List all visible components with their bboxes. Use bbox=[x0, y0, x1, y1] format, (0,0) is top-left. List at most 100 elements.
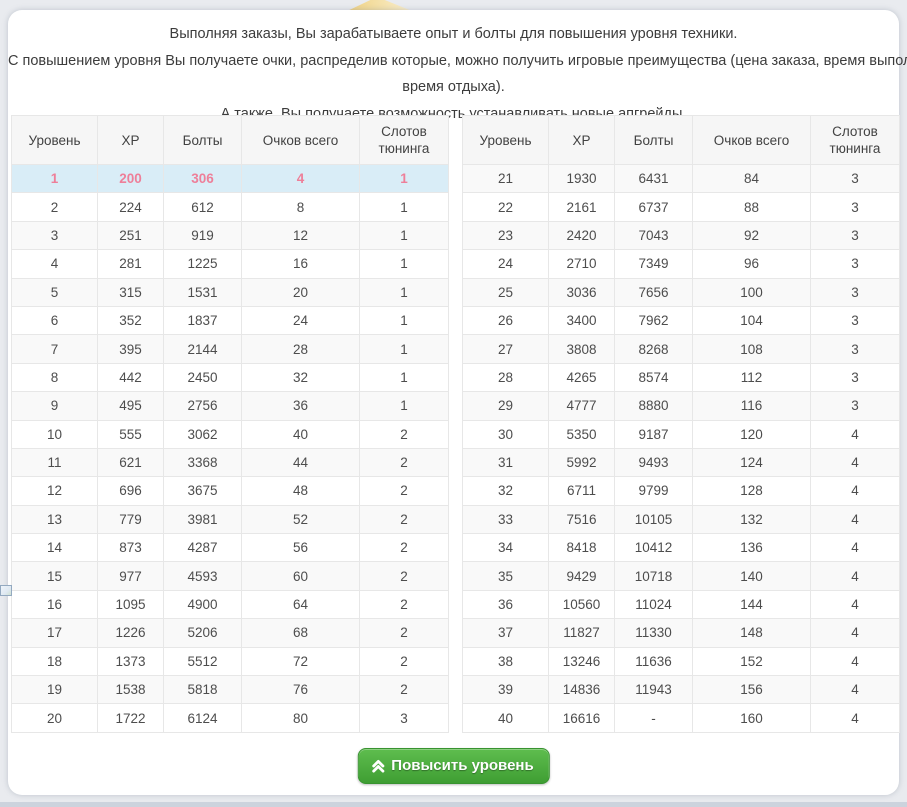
levels-table-21-40: УровеньXPБолтыОчков всегоСлотов тюнинга … bbox=[462, 115, 900, 733]
table-cell: 24 bbox=[463, 250, 549, 278]
intro-text-line-2: С повышением уровня Вы получаете очки, р… bbox=[8, 48, 899, 75]
table-cell: 2144 bbox=[164, 335, 242, 363]
table-cell: 2756 bbox=[164, 392, 242, 420]
table-cell: 2710 bbox=[549, 250, 615, 278]
table-cell: 84 bbox=[693, 165, 811, 193]
table-row: 26340079621043 bbox=[463, 306, 900, 334]
table-row: 30535091871204 bbox=[463, 420, 900, 448]
table-cell: 555 bbox=[98, 420, 164, 448]
table-cell: 80 bbox=[242, 704, 360, 732]
table-row: 359429107181404 bbox=[463, 562, 900, 590]
table-cell: 9493 bbox=[615, 448, 693, 476]
table-row: 148734287562 bbox=[12, 534, 449, 562]
table-row: 2221616737883 bbox=[463, 193, 900, 221]
table-cell: 2450 bbox=[164, 363, 242, 391]
table-row: 1610954900642 bbox=[12, 590, 449, 618]
column-header: Болты bbox=[164, 116, 242, 165]
table-row: 29477788801163 bbox=[463, 392, 900, 420]
table-cell: 116 bbox=[693, 392, 811, 420]
table-cell: 2 bbox=[360, 534, 449, 562]
table-cell: 144 bbox=[693, 590, 811, 618]
table-row: 1915385818762 bbox=[12, 676, 449, 704]
table-cell: 16 bbox=[242, 250, 360, 278]
table-cell: 8574 bbox=[615, 363, 693, 391]
table-cell: 17 bbox=[12, 619, 98, 647]
table-cell: 11827 bbox=[549, 619, 615, 647]
table-cell: 696 bbox=[98, 477, 164, 505]
table-cell: 3 bbox=[811, 250, 900, 278]
bottom-border-strip bbox=[0, 802, 907, 807]
table-cell: 37 bbox=[463, 619, 549, 647]
table-cell: 148 bbox=[693, 619, 811, 647]
table-cell: 48 bbox=[242, 477, 360, 505]
table-row: 2427107349963 bbox=[463, 250, 900, 278]
levels-table-1-20: УровеньXPБолтыОчков всегоСлотов тюнинга … bbox=[11, 115, 449, 733]
raise-level-button-label: Повысить уровень bbox=[391, 757, 533, 774]
table-cell: 5512 bbox=[164, 647, 242, 675]
table-cell: 44 bbox=[242, 448, 360, 476]
table-cell: 1837 bbox=[164, 306, 242, 334]
column-header: Болты bbox=[615, 116, 693, 165]
table-cell: 10105 bbox=[615, 505, 693, 533]
table-cell: 7656 bbox=[615, 278, 693, 306]
table-cell: 977 bbox=[98, 562, 164, 590]
table-cell: 132 bbox=[693, 505, 811, 533]
table-cell: 36 bbox=[463, 590, 549, 618]
table-row: 120030641 bbox=[12, 165, 449, 193]
table-cell: 32 bbox=[242, 363, 360, 391]
table-cell: 68 bbox=[242, 619, 360, 647]
table-cell: 306 bbox=[164, 165, 242, 193]
table-row: 2119306431843 bbox=[463, 165, 900, 193]
table-cell: 1 bbox=[360, 278, 449, 306]
table-cell: 2 bbox=[360, 420, 449, 448]
table-cell: 251 bbox=[98, 221, 164, 249]
table-row: 126963675482 bbox=[12, 477, 449, 505]
table-cell: 9799 bbox=[615, 477, 693, 505]
table-cell: 8880 bbox=[615, 392, 693, 420]
table-row: 63521837241 bbox=[12, 306, 449, 334]
table-cell: 2420 bbox=[549, 221, 615, 249]
table-cell: 4 bbox=[811, 505, 900, 533]
double-chevron-up-icon bbox=[371, 759, 384, 773]
column-header: Уровень bbox=[463, 116, 549, 165]
table-cell: 3062 bbox=[164, 420, 242, 448]
table-cell: 3 bbox=[811, 306, 900, 334]
table-row: 159774593602 bbox=[12, 562, 449, 590]
table-row: 1712265206682 bbox=[12, 619, 449, 647]
table-cell: 25 bbox=[463, 278, 549, 306]
raise-level-button[interactable]: Повысить уровень bbox=[357, 748, 549, 784]
table-cell: 31 bbox=[463, 448, 549, 476]
table-cell: 4265 bbox=[549, 363, 615, 391]
table-cell: 352 bbox=[98, 306, 164, 334]
table-cell: 24 bbox=[242, 306, 360, 334]
table-cell: 26 bbox=[463, 306, 549, 334]
table-cell: 4 bbox=[811, 619, 900, 647]
table-cell: - bbox=[615, 704, 693, 732]
table-cell: 52 bbox=[242, 505, 360, 533]
table-cell: 3400 bbox=[549, 306, 615, 334]
column-header: XP bbox=[549, 116, 615, 165]
table-row: 94952756361 bbox=[12, 392, 449, 420]
table-cell: 315 bbox=[98, 278, 164, 306]
table-cell: 1 bbox=[12, 165, 98, 193]
table-cell: 3 bbox=[360, 704, 449, 732]
table-row: 28426585741123 bbox=[463, 363, 900, 391]
table-cell: 20 bbox=[242, 278, 360, 306]
column-header: Слотов тюнинга bbox=[360, 116, 449, 165]
table-row: 32671197991284 bbox=[463, 477, 900, 505]
table-cell: 160 bbox=[693, 704, 811, 732]
table-row: 222461281 bbox=[12, 193, 449, 221]
table-row: 2017226124803 bbox=[12, 704, 449, 732]
table-cell: 11024 bbox=[615, 590, 693, 618]
table-cell: 72 bbox=[242, 647, 360, 675]
table-cell: 8 bbox=[12, 363, 98, 391]
table-cell: 23 bbox=[463, 221, 549, 249]
table-row: 25303676561003 bbox=[463, 278, 900, 306]
table-row: 2324207043923 bbox=[463, 221, 900, 249]
table-row: 27380882681083 bbox=[463, 335, 900, 363]
table-cell: 39 bbox=[463, 676, 549, 704]
table-cell: 13246 bbox=[549, 647, 615, 675]
table-cell: 11 bbox=[12, 448, 98, 476]
table-cell: 919 bbox=[164, 221, 242, 249]
table-cell: 1 bbox=[360, 250, 449, 278]
